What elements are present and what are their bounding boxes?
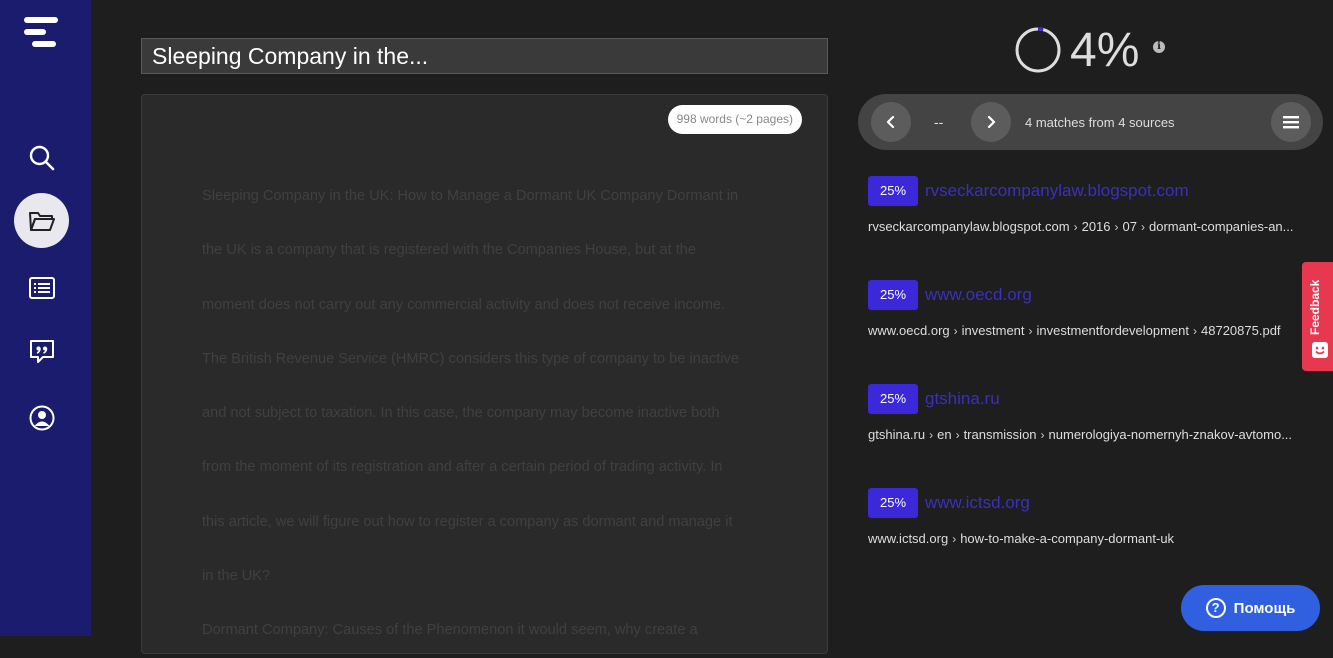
path-segment: transmission — [963, 427, 1037, 442]
nav-folder[interactable] — [14, 193, 69, 248]
document-line: Dormant Company: Causes of the Phenomeno… — [202, 622, 698, 639]
nav-quotes[interactable] — [14, 324, 69, 379]
nav-search[interactable] — [14, 130, 69, 185]
path-segment: gtshina.ru — [868, 427, 926, 442]
help-label: Помощь — [1233, 599, 1296, 617]
path-segment: en — [937, 427, 952, 442]
path-segment: numerologiya-nomernyh-znakov-avtomo... — [1048, 427, 1293, 442]
chevron-right-icon: › — [929, 428, 934, 442]
matches-summary: 4 matches from 4 sources — [1025, 115, 1175, 130]
path-segment: investment — [961, 323, 1025, 338]
chevron-right-icon: › — [1193, 324, 1198, 338]
help-button[interactable]: ? Помощь — [1181, 585, 1320, 631]
source-link[interactable]: gtshina.ru — [925, 389, 1000, 409]
source-link[interactable]: www.ictsd.org — [925, 493, 1030, 513]
score-ring-icon — [1015, 27, 1061, 73]
score-value: 4% — [1070, 23, 1140, 77]
path-segment: www.ictsd.org — [868, 531, 949, 546]
plagiarism-score: 4% — [1014, 23, 1140, 77]
source-percent-badge: 25% — [868, 280, 918, 310]
chevron-right-icon: › — [952, 532, 957, 546]
document-line: and not subject to taxation. In this cas… — [202, 405, 720, 422]
document-line: the UK is a company that is registered w… — [202, 242, 697, 259]
feedback-label: Feedback — [1308, 279, 1322, 335]
source-link[interactable]: rvseckarcompanylaw.blogspot.com — [925, 181, 1189, 201]
current-match: -- — [934, 114, 944, 130]
source-path: www.ictsd.org › how-to-make-a-company-dorm… — [868, 531, 1308, 546]
source-path: gtshina.ru › en › transmission › numerologiya-… — [868, 427, 1308, 442]
document-title-input[interactable]: Sleeping Company in the... — [141, 38, 828, 74]
matches-navigation: -- 4 matches from 4 sources — [858, 94, 1323, 150]
source-percent-badge: 25% — [868, 176, 918, 206]
list-icon — [28, 276, 55, 299]
source-item[interactable]: 25% www.oecd.org www.oecd.org › investment ›… — [868, 280, 1318, 338]
document-editor[interactable]: 998 words (~2 pages) Sleeping Company in… — [141, 94, 828, 654]
chevron-right-icon: › — [1028, 324, 1033, 338]
document-line: Sleeping Company in the UK: How to Manag… — [202, 188, 739, 204]
chevron-right-icon: › — [1140, 220, 1145, 234]
sidebar — [0, 0, 91, 636]
path-segment: www.oecd.org — [868, 323, 950, 338]
nav-list[interactable] — [14, 260, 69, 315]
source-item[interactable]: 25% www.ictsd.org www.ictsd.org › how-to-ma… — [868, 488, 1318, 546]
matches-menu-button[interactable] — [1271, 102, 1311, 142]
chevron-right-icon: › — [1040, 428, 1045, 442]
quote-bubble-icon — [29, 339, 54, 363]
next-match-button[interactable] — [971, 102, 1011, 142]
source-item[interactable]: 25% rvseckarcompanylaw.blogspot.com rvsec… — [868, 176, 1318, 234]
source-path: rvseckarcompanylaw.blogspot.com › 2016 › 07 ›… — [868, 219, 1308, 234]
document-line: The British Revenue Service (HMRC) consi… — [202, 350, 739, 367]
source-link[interactable]: www.oecd.org — [925, 285, 1032, 305]
chevron-left-icon — [886, 115, 895, 129]
user-icon — [29, 405, 54, 430]
chevron-right-icon: › — [1114, 220, 1119, 234]
path-segment: 48720875.pdf — [1201, 323, 1281, 338]
nav-profile[interactable] — [14, 390, 69, 445]
path-segment: 07 — [1122, 219, 1137, 234]
chevron-right-icon: › — [1073, 220, 1078, 234]
source-percent-badge: 25% — [868, 384, 918, 414]
document-text[interactable]: Sleeping Company in the UK: How to Manag… — [202, 169, 767, 658]
help-icon: ? — [1205, 598, 1226, 618]
document-line: from the moment of its registration and … — [202, 459, 723, 476]
chevron-right-icon — [987, 115, 996, 129]
source-path: www.oecd.org › investment › investmentfordev… — [868, 323, 1308, 338]
folder-icon — [28, 211, 55, 231]
info-icon[interactable]: i — [1153, 41, 1165, 53]
path-segment: investmentfordevelopment — [1036, 323, 1190, 338]
path-segment: 2016 — [1081, 219, 1111, 234]
chevron-right-icon: › — [953, 324, 958, 338]
smiley-icon — [1312, 342, 1328, 358]
source-percent-badge: 25% — [868, 488, 918, 518]
chevron-right-icon: › — [955, 428, 960, 442]
hamburger-icon — [1283, 116, 1299, 129]
feedback-tab[interactable]: Feedback — [1302, 262, 1333, 371]
path-segment: dormant-companies-an... — [1148, 219, 1294, 234]
source-item[interactable]: 25% gtshina.ru gtshina.ru › en › transmission… — [868, 384, 1318, 442]
path-segment: how-to-make-a-company-dormant-uk — [960, 531, 1175, 546]
menu-logo-icon[interactable] — [22, 15, 62, 51]
prev-match-button[interactable] — [871, 102, 911, 142]
path-segment: rvseckarcompanylaw.blogspot.com — [868, 219, 1070, 234]
document-line: moment does not carry out any commercial… — [202, 296, 726, 313]
document-line: this article, we will figure out how to … — [202, 513, 733, 530]
search-icon — [29, 145, 54, 170]
document-line: in the UK? — [202, 568, 271, 585]
word-count-badge: 998 words (~2 pages) — [667, 105, 802, 134]
